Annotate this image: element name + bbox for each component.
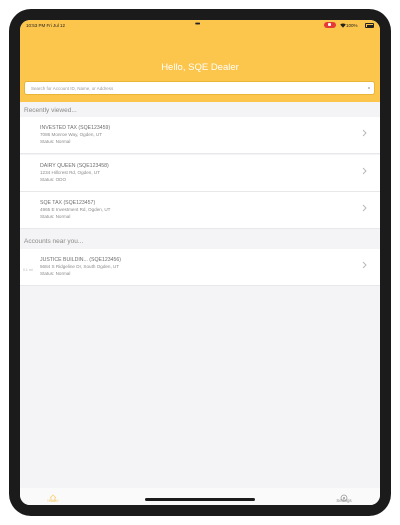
account-status: Status: Normal: [40, 271, 71, 276]
tab-settings-label: Settings: [336, 497, 352, 503]
account-address: 1234 Hillcrest Rd, Ogden, UT: [40, 170, 100, 175]
status-bar: 10:53 PM Fri Jul 12 ••• 100%: [20, 20, 380, 32]
account-address: 7086 Monroe Way, Ogden, UT: [40, 132, 103, 137]
tab-home-label: Home: [47, 497, 59, 503]
home-icon: [49, 489, 57, 502]
search-bar[interactable]: [24, 81, 375, 95]
battery-percentage: 100%: [346, 23, 358, 28]
app-header: 10:53 PM Fri Jul 12 ••• 100% Hello, SQE …: [20, 20, 380, 102]
account-card[interactable]: 0.1 mi JUSTICE BUILDIN... (SQE123456) 56…: [20, 249, 380, 286]
recently-viewed-heading: Recently viewed...: [24, 107, 77, 114]
account-address: 5684 S Ridgeline Dr, South Ogden, UT: [40, 264, 120, 269]
distance-label: 0.1 mi: [23, 268, 33, 272]
account-card[interactable]: INVESTED TAX (SQE123459) 7086 Monroe Way…: [20, 117, 380, 154]
status-time: 10:53 PM Fri Jul 12: [26, 23, 66, 28]
chevron-right-icon: [362, 204, 367, 214]
account-name: SQE TAX (SQE123457): [40, 200, 96, 206]
page-title: Hello, SQE Dealer: [161, 62, 239, 73]
tab-bar: Home Settings: [20, 488, 380, 505]
accounts-near-heading: Accounts near you...: [24, 238, 84, 245]
chevron-right-icon: [362, 129, 367, 139]
chevron-right-icon: [362, 261, 367, 271]
account-status: Status: Normal: [40, 214, 71, 219]
multitasking-dots[interactable]: •••: [195, 21, 200, 28]
account-name: JUSTICE BUILDIN... (SQE123456): [40, 257, 122, 263]
app-screen: 10:53 PM Fri Jul 12 ••• 100% Hello, SQE …: [20, 20, 380, 505]
search-clear-icon: [368, 87, 370, 89]
account-card[interactable]: DAIRY QUEEN (SQE123458) 1234 Hillcrest R…: [20, 155, 380, 192]
account-card[interactable]: SQE TAX (SQE123457) 4965 E Investment Rd…: [20, 192, 380, 229]
account-status: Status: Normal: [40, 139, 71, 144]
battery-icon: [365, 23, 374, 28]
gear-icon: [340, 489, 348, 502]
home-indicator[interactable]: [145, 498, 255, 501]
tab-home[interactable]: Home: [23, 488, 83, 505]
screen-record-icon: [324, 21, 336, 28]
account-status: Status: ODO: [40, 177, 67, 182]
search-input[interactable]: [25, 82, 365, 94]
account-name: INVESTED TAX (SQE123459): [40, 125, 111, 131]
tab-settings[interactable]: Settings: [314, 488, 374, 505]
chevron-right-icon: [362, 167, 367, 177]
account-address: 4965 E Investment Rd, Ogden, UT: [40, 207, 111, 212]
account-name: DAIRY QUEEN (SQE123458): [40, 163, 109, 169]
